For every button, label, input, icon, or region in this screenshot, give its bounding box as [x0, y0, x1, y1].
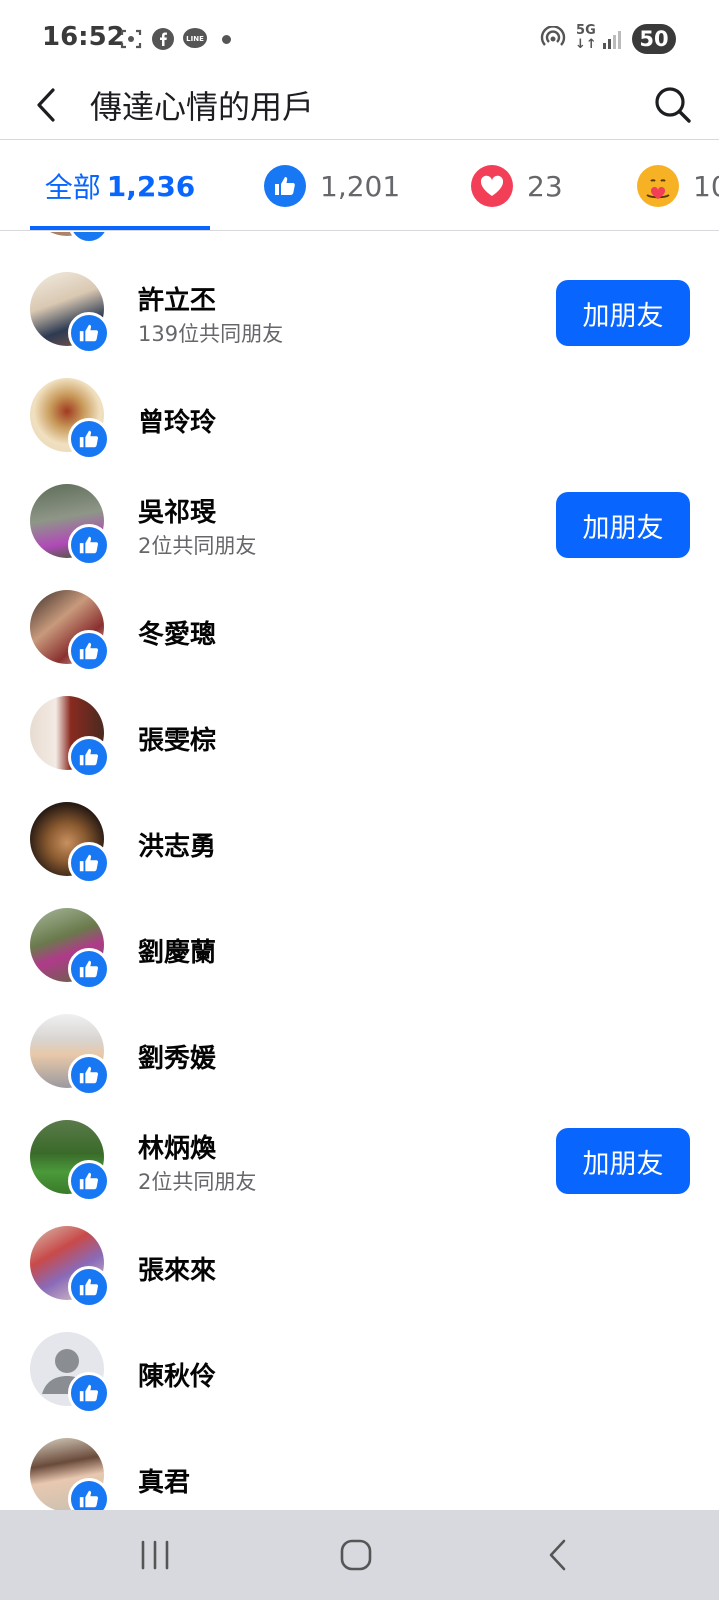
person-name[interactable]: 曾玲玲 [138, 402, 216, 439]
page-title: 傳達心情的用戶 [90, 88, 315, 126]
person-name[interactable]: 冬愛璁 [138, 614, 216, 651]
person-name[interactable]: 許立丕 [138, 280, 216, 317]
list-item[interactable]: 林炳煥 2位共同朋友 加朋友 [0, 1108, 719, 1214]
like-badge-icon [68, 1372, 110, 1414]
list-item[interactable]: 許立丕 139位共同朋友 加朋友 [0, 260, 719, 366]
person-name[interactable]: 張雯棕 [138, 720, 216, 757]
app-header: 傳達心情的用戶 [0, 70, 719, 140]
care-reaction-icon [637, 165, 679, 207]
list-item[interactable] [0, 232, 719, 256]
add-friend-button[interactable]: 加朋友 [556, 1128, 690, 1194]
chevron-left-icon [37, 88, 55, 122]
like-badge-icon [68, 312, 110, 354]
recent-apps-icon [141, 1540, 169, 1570]
list-item[interactable]: 劉慶蘭 [0, 896, 719, 1002]
list-item[interactable]: 張雯棕 [0, 684, 719, 790]
battery-indicator: 50 [632, 24, 676, 54]
home-button[interactable] [326, 1532, 386, 1578]
reactors-list: 許立丕 139位共同朋友 加朋友 曾玲玲 吳祁琝 2位共同朋友 加朋友 冬愛璁 [0, 232, 719, 1510]
like-badge-icon [68, 1266, 110, 1308]
like-badge-icon [68, 842, 110, 884]
reaction-tabs: 全部 1,236 1,201 23 10 [0, 141, 719, 231]
mutual-friends: 2位共同朋友 [138, 534, 257, 558]
list-item[interactable]: 真君 [0, 1426, 719, 1510]
person-name[interactable]: 吳祁琝 [138, 492, 216, 529]
mutual-friends: 139位共同朋友 [138, 322, 284, 346]
list-item[interactable]: 冬愛璁 [0, 578, 719, 684]
recent-apps-button[interactable] [125, 1532, 185, 1578]
list-item[interactable]: 洪志勇 [0, 790, 719, 896]
tab-love[interactable]: 23 [471, 141, 563, 230]
like-badge-icon [68, 232, 110, 244]
like-badge-icon [68, 736, 110, 778]
like-reaction-icon [264, 165, 306, 207]
back-arrow-icon [549, 1539, 566, 1571]
like-badge-icon [68, 1160, 110, 1202]
search-button[interactable] [650, 80, 696, 130]
like-badge-icon [68, 1478, 110, 1510]
love-reaction-icon [471, 165, 513, 207]
person-name[interactable]: 洪志勇 [138, 826, 216, 863]
screenshot-icon [118, 26, 144, 52]
list-item[interactable]: 劉秀媛 [0, 1002, 719, 1108]
add-friend-button[interactable]: 加朋友 [556, 280, 690, 346]
tab-all[interactable]: 全部 1,236 [30, 141, 210, 230]
add-friend-button[interactable]: 加朋友 [556, 492, 690, 558]
signal-icon [600, 26, 626, 52]
svg-text:LINE: LINE [186, 35, 204, 43]
mutual-friends: 2位共同朋友 [138, 1170, 257, 1194]
list-item[interactable]: 張來來 [0, 1214, 719, 1320]
active-tab-indicator [30, 226, 210, 230]
hotspot-icon [540, 26, 566, 52]
person-name[interactable]: 真君 [138, 1462, 190, 1499]
network-type: 5G ↓↑ [575, 23, 597, 52]
like-badge-icon [68, 418, 110, 460]
like-badge-icon [68, 630, 110, 672]
tab-like[interactable]: 1,201 [264, 141, 400, 230]
search-icon [655, 87, 691, 123]
status-bar: 16:52 LINE 5G ↓↑ 50 [0, 0, 719, 70]
person-name[interactable]: 劉慶蘭 [138, 932, 216, 969]
system-navigation-bar [0, 1510, 719, 1600]
notification-dot [222, 35, 231, 44]
like-badge-icon [68, 948, 110, 990]
person-name[interactable]: 張來來 [138, 1250, 216, 1287]
person-name[interactable]: 劉秀媛 [138, 1038, 216, 1075]
home-icon [340, 1539, 372, 1571]
person-name[interactable]: 林炳煥 [138, 1128, 216, 1165]
tab-care[interactable]: 10 [637, 141, 719, 230]
person-name[interactable]: 陳秋伶 [138, 1356, 216, 1393]
system-back-button[interactable] [528, 1532, 588, 1578]
list-item[interactable]: 曾玲玲 [0, 366, 719, 472]
status-time: 16:52 [42, 22, 125, 52]
line-icon: LINE [182, 26, 208, 52]
facebook-icon [150, 26, 176, 52]
like-badge-icon [68, 524, 110, 566]
list-item[interactable]: 陳秋伶 [0, 1320, 719, 1426]
back-button[interactable] [26, 80, 66, 130]
like-badge-icon [68, 1054, 110, 1096]
list-item[interactable]: 吳祁琝 2位共同朋友 加朋友 [0, 472, 719, 578]
